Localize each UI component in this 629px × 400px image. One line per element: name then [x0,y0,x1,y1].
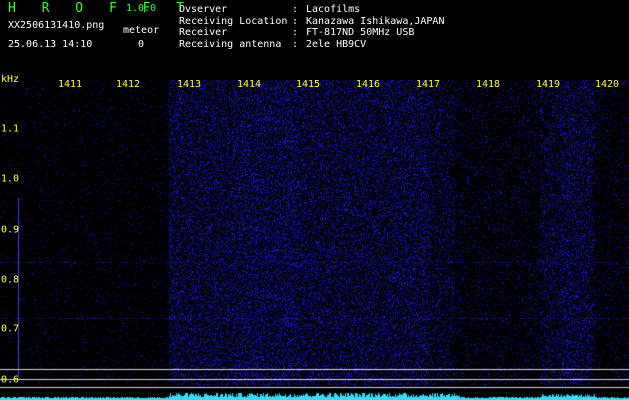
spectrogram-canvas [0,80,629,400]
x-tick-1415: 1415 [295,79,321,90]
meta-key: Receiving antenna [179,38,282,50]
meta-key: Ovserver [179,4,228,15]
x-tick-1412: 1412 [115,79,141,90]
app-version: 1.0.0 [126,3,157,14]
x-tick-1418: 1418 [475,79,501,90]
meta-separator: : [292,27,299,39]
meta-row-receiver: Receiver: FT-817ND 50MHz USB [179,27,444,39]
y-unit-label: kHz [1,74,20,85]
meta-key: Receiver [179,27,228,39]
meta-row-observer: Ovserver: Lacofilms [179,4,444,16]
x-tick-1417: 1417 [415,79,441,90]
meta-row-antenna: Receiving antenna:2ele HB9CV [179,39,444,51]
meta-separator: : [292,38,299,50]
y-tick-1-1: 1.1 [1,123,20,135]
y-tick-0-8: 0.8 [1,274,20,286]
y-tick-0-6: 0.6 [1,374,20,386]
x-tick-1416: 1416 [355,79,381,90]
date-time: 25.06.13 14:10 [8,39,93,50]
station-info: Ovserver: Lacofilms Receiving Location: Ka… [179,4,444,50]
file-name: XX2506131410.png [8,20,105,31]
x-tick-1420: 1420 [594,79,620,90]
meta-value: FT-817ND 50MHz USB [306,27,415,39]
y-tick-0-9: 0.9 [1,224,20,236]
meta-key: Receiving Location [179,15,288,27]
app-title: H R O F F T [8,1,194,16]
meta-value: Kanazawa Ishikawa,JAPAN [306,15,445,27]
x-tick-1414: 1414 [236,79,262,90]
y-tick-0-7: 0.7 [1,323,20,335]
meteor-count: 0 [138,39,145,50]
y-tick-1-0: 1.0 [1,173,20,185]
meta-separator: : [292,15,299,27]
meta-row-location: Receiving Location: Kanazawa Ishikawa,JAP… [179,16,444,28]
meteor-label: meteor [123,25,160,36]
x-tick-1419: 1419 [535,79,561,90]
meta-separator: : [292,4,299,15]
meta-value: Lacofilms [306,4,361,15]
meta-value: 2ele HB9CV [306,38,367,50]
x-tick-1413: 1413 [176,79,202,90]
x-tick-1411: 1411 [57,79,83,90]
